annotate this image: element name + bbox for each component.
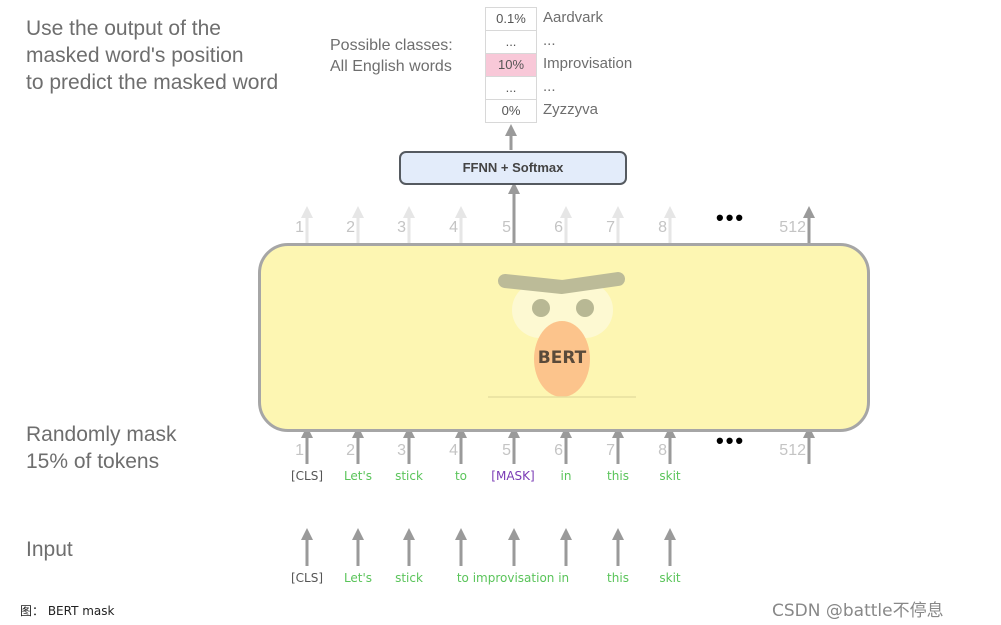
input-position-number: 7 — [606, 442, 615, 459]
eyebrow — [498, 272, 625, 294]
ffnn-softmax-box: FFNN + Softmax — [399, 151, 627, 185]
input-position-number: 512 — [779, 442, 806, 459]
input-position-number: 1 — [295, 442, 304, 459]
mask-note-line: 15% of tokens — [26, 450, 160, 473]
output-position-number: 7 — [606, 219, 615, 236]
figure-caption: 图： BERT mask — [20, 604, 115, 618]
output-position-number: 5 — [502, 219, 511, 236]
ellipsis-top: ••• — [716, 205, 746, 230]
bert-label: BERT — [537, 348, 587, 368]
input-token: to improvisation in — [456, 571, 570, 585]
mask-note-line: Randomly mask — [26, 423, 177, 446]
output-position-number: 6 — [554, 219, 563, 236]
left-pupil — [532, 299, 550, 317]
input-label: Input — [26, 538, 73, 561]
watermark: CSDN @battle不停息 — [772, 601, 944, 621]
input-position-number: 2 — [346, 442, 355, 459]
input-token: stick — [395, 571, 423, 585]
ellipsis-bottom: ••• — [716, 428, 746, 453]
input-position-number: 5 — [502, 442, 511, 459]
input-position-number: 6 — [554, 442, 563, 459]
output-position-number: 2 — [346, 219, 355, 236]
masked-token: skit — [659, 469, 681, 483]
mask-note: Randomly mask 15% of tokens — [26, 421, 177, 475]
output-position-number: 8 — [658, 219, 667, 236]
input-position-number: 8 — [658, 442, 667, 459]
output-position-number: 3 — [397, 219, 406, 236]
right-pupil — [576, 299, 594, 317]
output-position-number: 1 — [295, 219, 304, 236]
output-position-number: 4 — [449, 219, 458, 236]
input-token: skit — [659, 571, 681, 585]
input-position-number: 4 — [449, 442, 458, 459]
output-position-number: 512 — [779, 219, 806, 236]
input-position-number: 3 — [397, 442, 406, 459]
bert-face — [488, 272, 636, 398]
